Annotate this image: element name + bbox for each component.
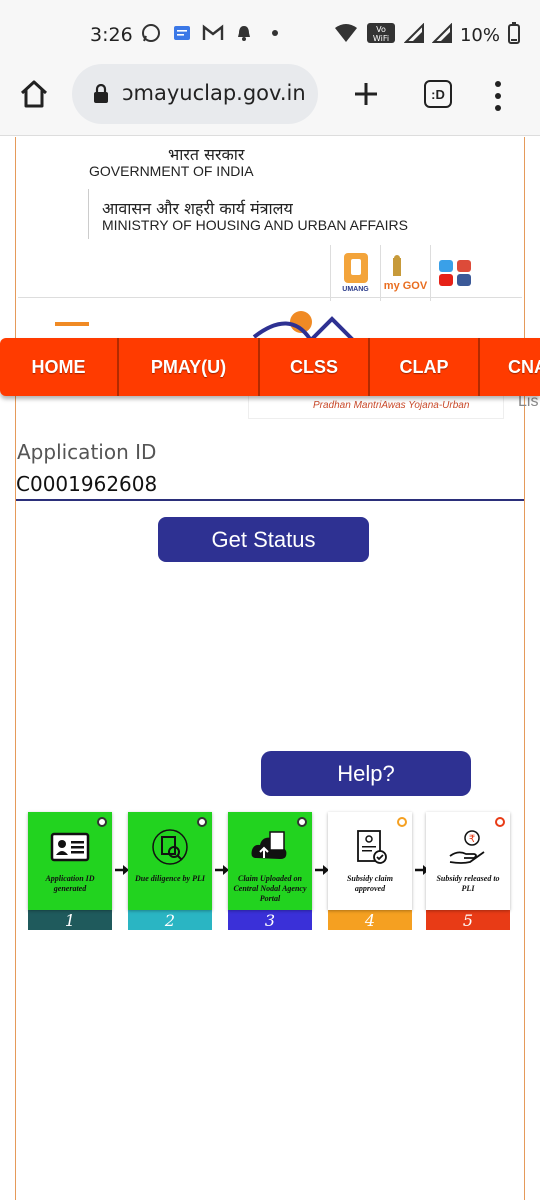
step-4: Subsidy claim approved 4 <box>328 812 412 930</box>
url-text: ɔmayuclap.gov.in <box>122 81 306 105</box>
mygov-logo[interactable]: my GOV <box>380 245 430 301</box>
step-status-dot <box>397 817 407 827</box>
social-logos <box>430 245 480 301</box>
gmail-icon <box>202 22 224 44</box>
gov-title-hindi: भारत सरकार <box>168 145 245 164</box>
help-button[interactable]: Help? <box>261 751 471 796</box>
cloud-upload-icon <box>251 831 287 859</box>
vowifi-icon: Vo WiFi <box>366 22 396 49</box>
step-status-dot <box>97 817 107 827</box>
battery-percent: 10% <box>459 25 500 46</box>
battery-icon <box>508 22 520 49</box>
step-label: Claim Uploaded on Central Nodal Agency P… <box>233 874 307 903</box>
main-nav: HOME PMAY(U) CLSS CLAP CNA PL <box>0 338 540 396</box>
step-number: 2 <box>128 910 212 930</box>
messages-icon <box>171 22 193 44</box>
twitter-icon[interactable] <box>438 260 453 272</box>
umang-icon <box>343 253 368 283</box>
status-steps: Application ID generated 1 Due diligence… <box>28 812 512 932</box>
step-number: 1 <box>28 910 112 930</box>
step-3: Claim Uploaded on Central Nodal Agency P… <box>228 812 312 930</box>
svg-text:Vo: Vo <box>376 25 386 34</box>
notification-icons <box>140 22 286 44</box>
step-number: 3 <box>228 910 312 930</box>
emblem-icon <box>392 255 401 276</box>
signal-icon <box>431 22 452 48</box>
nav-clss[interactable]: CLSS <box>260 338 370 396</box>
logo-stripe <box>55 322 89 326</box>
step-number: 5 <box>426 910 510 930</box>
umang-logo[interactable]: UMANG <box>330 245 380 301</box>
status-time: 3:26 <box>90 24 133 46</box>
step-status-dot <box>495 817 505 827</box>
address-bar[interactable]: ɔmayuclap.gov.in <box>72 64 318 124</box>
header-rule <box>18 297 522 298</box>
nav-home[interactable]: HOME <box>0 338 119 396</box>
page-border-left <box>15 137 16 1200</box>
step-status-dot <box>297 817 307 827</box>
youtube-icon[interactable] <box>438 274 453 286</box>
step-label: Subsidy claim approved <box>346 874 393 893</box>
step-2: Due diligence by PLI 2 <box>128 812 212 930</box>
home-icon[interactable] <box>18 78 54 114</box>
step-label: Due diligence by PLI <box>135 874 205 883</box>
clipboard-search-icon <box>152 829 188 865</box>
notification-bell-icon <box>233 22 255 44</box>
dot-icon <box>264 22 286 44</box>
svg-text:WiFi: WiFi <box>373 34 389 43</box>
banner-tagline: Pradhan MantriAwas Yojana-Urban <box>313 400 470 411</box>
nav-cna-pli[interactable]: CNA PL <box>480 338 540 396</box>
step-number: 4 <box>328 910 412 930</box>
get-status-button[interactable]: Get Status <box>158 517 369 562</box>
svg-text:₹: ₹ <box>469 834 475 845</box>
approved-document-icon <box>357 830 387 864</box>
signal-icon <box>403 22 424 48</box>
step-5: ₹ Subsidy released to PLI 5 <box>426 812 510 930</box>
system-icons: Vo WiFi 10% <box>334 22 520 49</box>
google-plus-icon[interactable] <box>456 260 471 272</box>
facebook-icon[interactable] <box>456 274 471 286</box>
nav-pmay-u[interactable]: PMAY(U) <box>119 338 260 396</box>
browser-toolbar: ɔmayuclap.gov.in :D <box>0 56 540 136</box>
step-1: Application ID generated 1 <box>28 812 112 930</box>
step-label: Subsidy released to PLI <box>436 874 500 893</box>
new-tab-icon[interactable] <box>352 76 380 112</box>
partner-logos: UMANG my GOV <box>330 245 480 303</box>
header-divider <box>88 189 89 239</box>
page-border-right <box>524 137 525 1200</box>
ministry-title-english: MINISTRY OF HOUSING AND URBAN AFFAIRS <box>102 217 408 233</box>
rupee-hand-icon: ₹ <box>449 830 485 864</box>
tab-switcher-button[interactable]: :D <box>424 80 452 108</box>
gov-title-english: GOVERNMENT OF INDIA <box>89 163 254 179</box>
step-label: Application ID generated <box>45 874 95 893</box>
application-id-input[interactable] <box>16 469 524 501</box>
wifi-icon <box>334 23 358 48</box>
application-id-label: Application ID <box>17 440 157 464</box>
nav-clap[interactable]: CLAP <box>370 338 480 396</box>
id-card-icon <box>50 832 90 862</box>
ministry-title-hindi: आवासन और शहरी कार्य मंत्रालय <box>102 199 293 218</box>
overflow-menu-icon[interactable] <box>488 78 508 114</box>
web-page: भारत सरकार GOVERNMENT OF INDIA आवासन और … <box>0 137 540 1200</box>
whatsapp-icon <box>140 22 162 44</box>
step-status-dot <box>197 817 207 827</box>
lock-icon <box>92 83 110 104</box>
